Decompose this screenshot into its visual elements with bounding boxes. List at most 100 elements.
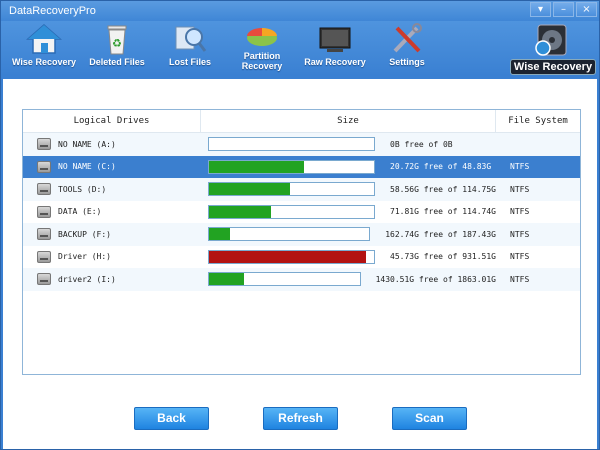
size-cell: 71.81G free of 114.74G	[201, 201, 496, 224]
tool-label: Deleted Files	[89, 57, 145, 67]
usage-bar-fill	[209, 183, 290, 196]
drive-cell: driver2 (I:)	[23, 268, 201, 291]
drive-icon	[37, 228, 51, 241]
pie-chart-icon	[244, 23, 280, 49]
usage-bar	[208, 272, 361, 287]
usage-bar	[208, 137, 375, 152]
brand-text: Wise Recovery	[510, 59, 596, 75]
table-row[interactable]: DATA (E:) 71.81G free of 114.74G NTFS	[23, 201, 580, 224]
file-system-cell: NTFS	[510, 162, 530, 172]
back-button[interactable]: Back	[134, 407, 209, 430]
usage-bar	[208, 249, 375, 264]
usage-bar-fill	[209, 250, 366, 263]
disk-gear-icon	[532, 23, 572, 59]
main-content: Logical Drives Size File System NO NAME …	[3, 79, 597, 449]
drive-name: DATA (E:)	[58, 207, 102, 217]
free-space-text: 162.74G free of 187.43G	[385, 229, 496, 239]
title-bar: DataRecoveryPro ▾ – ×	[1, 1, 599, 21]
header-logical-drives[interactable]: Logical Drives	[23, 110, 201, 132]
size-cell: 45.73G free of 931.51G	[201, 246, 496, 269]
house-icon	[26, 23, 62, 55]
free-space-text: 58.56G free of 114.75G	[390, 184, 496, 194]
table-row[interactable]: TOOLS (D:) 58.56G free of 114.75G NTFS	[23, 178, 580, 201]
minimize-icon[interactable]: –	[553, 2, 574, 17]
size-cell: 20.72G free of 48.83G	[201, 156, 496, 179]
tool-wise-recovery[interactable]: Wise Recovery	[5, 23, 83, 67]
drive-icon	[37, 138, 51, 151]
usage-bar	[208, 204, 375, 219]
drive-icon	[37, 273, 51, 286]
tool-label: Lost Files	[168, 57, 211, 67]
tool-deleted-files[interactable]: ♻ Deleted Files	[78, 23, 156, 67]
magnifier-icon	[172, 23, 208, 55]
usage-bar-fill	[209, 228, 231, 241]
window-controls: ▾ – ×	[528, 2, 597, 17]
tool-label: Settings	[389, 57, 425, 67]
drive-cell: TOOLS (D:)	[23, 178, 201, 201]
brand-logo: Wise Recovery	[508, 23, 596, 77]
file-system-cell	[496, 133, 580, 156]
app-title: DataRecoveryPro	[9, 5, 96, 17]
tool-raw-recovery[interactable]: Raw Recovery	[296, 23, 374, 67]
monitor-icon	[317, 23, 353, 55]
tool-label-line1: Partition	[243, 51, 281, 61]
tool-partition-recovery[interactable]: Partition Recovery	[223, 23, 301, 71]
table-row[interactable]: driver2 (I:) 1430.51G free of 1863.01G NTF…	[23, 268, 580, 291]
header-file-system[interactable]: File System	[496, 110, 580, 132]
close-icon[interactable]: ×	[576, 2, 597, 17]
drive-name: NO NAME (A:)	[58, 139, 116, 149]
table-row[interactable]: BACKUP (F:) 162.74G free of 187.43G NTFS	[23, 223, 580, 246]
header-size[interactable]: Size	[201, 110, 496, 132]
table-header: Logical Drives Size File System	[23, 110, 580, 133]
tools-icon	[389, 23, 425, 55]
usage-bar-fill	[209, 273, 244, 286]
svg-text:♻: ♻	[112, 37, 122, 50]
scan-button[interactable]: Scan	[392, 407, 467, 430]
table-row[interactable]: NO NAME (A:) 0B free of 0B	[23, 133, 580, 156]
file-system-cell: NTFS	[510, 207, 530, 217]
drive-name: TOOLS (D:)	[58, 184, 107, 194]
drive-name: driver2 (I:)	[58, 274, 116, 284]
table-row[interactable]: NO NAME (C:) 20.72G free of 48.83G NTFS	[23, 155, 580, 179]
usage-bar	[208, 227, 371, 242]
drive-name: BACKUP (F:)	[58, 229, 111, 239]
tool-label-line2: Recovery	[241, 61, 283, 71]
free-space-text: 45.73G free of 931.51G	[390, 252, 496, 262]
tool-label: Wise Recovery	[12, 57, 76, 67]
table-row[interactable]: Driver (H:) 45.73G free of 931.51G NTFS	[23, 246, 580, 269]
file-system-cell: NTFS	[510, 184, 530, 194]
usage-bar	[208, 159, 375, 174]
refresh-button[interactable]: Refresh	[263, 407, 338, 430]
drive-icon	[37, 205, 51, 218]
free-space-text: 71.81G free of 114.74G	[390, 207, 496, 217]
usage-bar-fill	[209, 160, 305, 173]
free-space-text: 0B free of 0B	[390, 139, 453, 149]
menu-icon[interactable]: ▾	[530, 2, 551, 17]
recycle-bin-icon: ♻	[99, 23, 135, 55]
tool-label: Raw Recovery	[304, 57, 366, 67]
tool-lost-files[interactable]: Lost Files	[151, 23, 229, 67]
usage-bar	[208, 182, 375, 197]
free-space-text: 1430.51G free of 1863.01G	[375, 274, 496, 284]
drive-icon	[37, 183, 51, 196]
size-cell: 162.74G free of 187.43G	[201, 223, 496, 246]
free-space-text: 20.72G free of 48.83G	[390, 162, 492, 172]
drive-cell: DATA (E:)	[23, 201, 201, 224]
drive-name: Driver (H:)	[58, 252, 111, 262]
drive-icon	[37, 250, 51, 263]
drive-name: NO NAME (C:)	[58, 162, 116, 172]
drive-cell: Driver (H:)	[23, 246, 201, 269]
file-system-cell: NTFS	[510, 274, 530, 284]
drive-cell: NO NAME (C:)	[23, 156, 201, 179]
app-window: DataRecoveryPro ▾ – × Wise Recovery ♻ De…	[0, 0, 600, 450]
file-system-cell: NTFS	[510, 252, 530, 262]
size-cell: 1430.51G free of 1863.01G	[201, 268, 496, 291]
size-cell: 0B free of 0B	[201, 133, 496, 156]
drive-cell: BACKUP (F:)	[23, 223, 201, 246]
tool-settings[interactable]: Settings	[368, 23, 446, 67]
size-cell: 58.56G free of 114.75G	[201, 178, 496, 201]
drives-table: Logical Drives Size File System NO NAME …	[22, 109, 581, 375]
drive-icon	[37, 160, 51, 173]
table-body: NO NAME (A:) 0B free of 0B NO NAME (C:) 20.…	[23, 133, 580, 291]
file-system-cell: NTFS	[510, 229, 530, 239]
